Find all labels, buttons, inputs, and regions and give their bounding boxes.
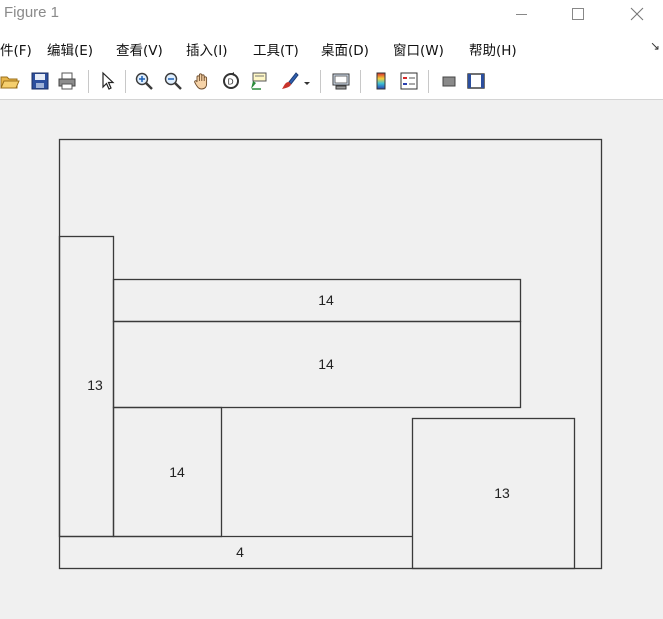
- legend-icon[interactable]: [399, 71, 419, 91]
- region-label: 4: [236, 544, 244, 560]
- rectangle-partition-plot: 14 14 13 14 13 4: [58, 138, 603, 570]
- pan-hand-icon[interactable]: [192, 71, 212, 91]
- close-button[interactable]: [614, 0, 660, 28]
- window-title: Figure 1: [4, 4, 60, 21]
- menu-insert[interactable]: 插入(I): [186, 39, 228, 59]
- menu-window[interactable]: 窗口(W): [393, 39, 444, 59]
- menu-help[interactable]: 帮助(H): [469, 39, 517, 59]
- save-icon[interactable]: [30, 71, 50, 91]
- minimize-icon: [515, 13, 527, 15]
- svg-text:D: D: [228, 78, 234, 87]
- toolbar: D: [0, 64, 663, 100]
- figure-canvas: 14 14 13 14 13 4: [0, 100, 663, 619]
- menu-file[interactable]: 件(F): [0, 39, 32, 59]
- region-lower-left-square: [112, 406, 223, 538]
- region-top-band: [112, 278, 522, 323]
- title-bar: Figure 1: [0, 0, 663, 30]
- menu-bar: 件(F) 编辑(E) 查看(V) 插入(I) 工具(T) 桌面(D) 窗口(W)…: [0, 30, 663, 64]
- region-middle-band: [112, 320, 522, 409]
- toolbar-separator: [360, 70, 361, 93]
- close-icon: [630, 7, 644, 21]
- data-cursor-icon[interactable]: [249, 71, 269, 91]
- hide-plot-tools-icon[interactable]: [439, 71, 459, 91]
- region-label: 14: [169, 464, 185, 480]
- toolbar-separator: [428, 70, 429, 93]
- print-icon[interactable]: [57, 71, 77, 91]
- toolbar-separator: [320, 70, 321, 93]
- toolbar-separator: [125, 70, 126, 93]
- maximize-button[interactable]: [555, 0, 601, 28]
- brush-dropdown-icon[interactable]: [302, 71, 312, 91]
- minimize-button[interactable]: [498, 0, 544, 28]
- menu-view[interactable]: 查看(V): [116, 39, 163, 59]
- brush-icon[interactable]: [280, 71, 300, 91]
- toolbar-separator: [88, 70, 89, 93]
- region-label: 14: [318, 292, 334, 308]
- select-pointer-icon[interactable]: [98, 71, 118, 91]
- zoom-out-icon[interactable]: [163, 71, 183, 91]
- link-plot-icon[interactable]: [331, 71, 351, 91]
- menu-desktop[interactable]: 桌面(D): [321, 39, 369, 59]
- figure-window: Figure 1 件(F) 编辑(E) 查看(V) 插入(I) 工具(T) 桌面…: [0, 0, 663, 619]
- colorbar-icon[interactable]: [371, 71, 391, 91]
- region-label: 14: [318, 356, 334, 372]
- zoom-in-icon[interactable]: [134, 71, 154, 91]
- region-label: 13: [494, 485, 510, 501]
- chevron-expand-icon[interactable]: ↘: [650, 39, 660, 53]
- menu-tools[interactable]: 工具(T): [253, 39, 299, 59]
- show-plot-tools-icon[interactable]: [466, 71, 486, 91]
- open-file-icon[interactable]: [0, 71, 20, 91]
- menu-edit[interactable]: 编辑(E): [47, 39, 93, 59]
- maximize-icon: [572, 8, 584, 20]
- rotate-3d-icon[interactable]: D: [221, 71, 241, 91]
- region-label: 13: [87, 377, 103, 393]
